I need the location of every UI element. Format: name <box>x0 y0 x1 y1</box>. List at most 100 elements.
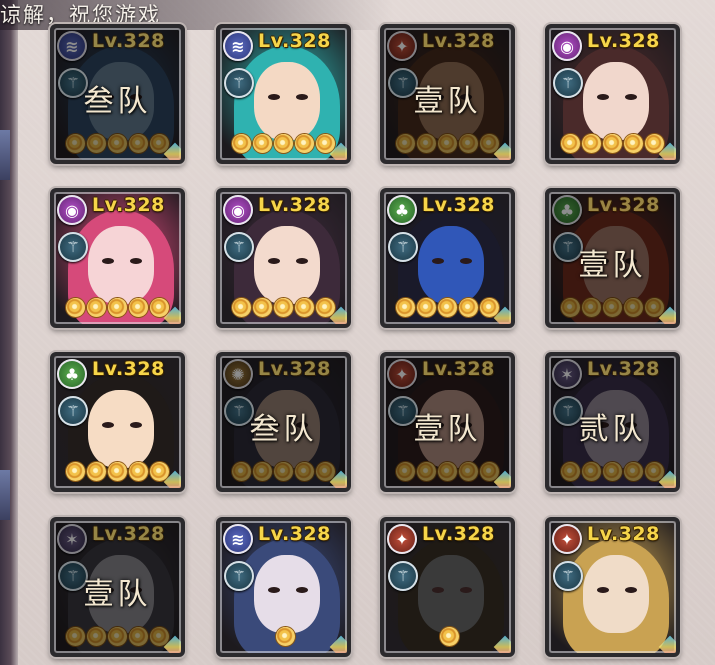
star-rating <box>66 627 169 647</box>
shikigami-card[interactable]: ✺ Lv.328 ⚚ 叁队 <box>216 352 351 492</box>
level-label: Lv.328 <box>422 194 495 216</box>
shikigami-card[interactable]: ✦ Lv.328 ⚚ 壹队 <box>380 352 515 492</box>
star-icon <box>232 298 251 317</box>
shikigami-card[interactable]: ♣ Lv.328 ⚚ <box>380 188 515 328</box>
star-icon <box>459 462 478 481</box>
star-icon <box>438 298 457 317</box>
star-icon <box>274 462 293 481</box>
level-label: Lv.328 <box>422 358 495 380</box>
star-icon <box>582 462 601 481</box>
star-icon <box>438 134 457 153</box>
star-rating <box>396 462 499 482</box>
wood-element-icon: ♣ <box>57 359 87 389</box>
level-label: Lv.328 <box>587 358 660 380</box>
skill-icon: ⚚ <box>224 68 254 98</box>
shikigami-card[interactable]: ✦ Lv.328 ⚚ 壹队 <box>380 24 515 164</box>
wood-element-icon: ♣ <box>387 195 417 225</box>
level-label: Lv.328 <box>587 194 660 216</box>
star-icon <box>295 298 314 317</box>
spirit-element-icon: ◉ <box>223 195 253 225</box>
shikigami-card[interactable]: ◉ Lv.328 ⚚ <box>545 24 680 164</box>
wood-element-icon: ♣ <box>552 195 582 225</box>
star-icon <box>396 134 415 153</box>
level-label: Lv.328 <box>587 30 660 52</box>
skill-icon: ⚚ <box>58 396 88 426</box>
star-rating <box>561 134 664 154</box>
star-icon <box>582 134 601 153</box>
water-element-icon: ≋ <box>57 31 87 61</box>
side-tab[interactable] <box>0 470 10 520</box>
star-icon <box>87 298 106 317</box>
shikigami-card[interactable]: ♣ Lv.328 ⚚ 壹队 <box>545 188 680 328</box>
star-icon <box>108 134 127 153</box>
skill-icon: ⚚ <box>388 561 418 591</box>
star-icon <box>232 134 251 153</box>
team-label: 贰队 <box>578 412 647 447</box>
star-icon <box>396 298 415 317</box>
fire-element-icon: ✦ <box>552 524 582 554</box>
spirit-element-icon: ◉ <box>552 31 582 61</box>
star-icon <box>561 298 580 317</box>
star-rating <box>561 462 664 482</box>
star-icon <box>295 462 314 481</box>
star-icon <box>253 134 272 153</box>
shikigami-card[interactable]: ≋ Lv.328 ⚚ <box>216 24 351 164</box>
star-rating <box>396 298 499 318</box>
star-icon <box>459 298 478 317</box>
star-icon <box>624 134 643 153</box>
star-icon <box>129 627 148 646</box>
level-label: Lv.328 <box>92 194 165 216</box>
team-label: 壹队 <box>413 412 482 447</box>
dark-element-icon: ✶ <box>57 524 87 554</box>
spirit-element-icon: ◉ <box>57 195 87 225</box>
star-icon <box>417 134 436 153</box>
star-rating <box>232 298 335 318</box>
left-edge-strip <box>0 0 18 665</box>
shikigami-card[interactable]: ✶ Lv.328 ⚚ 壹队 <box>50 517 185 657</box>
star-icon <box>561 462 580 481</box>
star-icon <box>66 298 85 317</box>
star-icon <box>87 462 106 481</box>
star-rating <box>66 134 169 154</box>
star-icon <box>438 462 457 481</box>
star-icon <box>108 298 127 317</box>
skill-icon: ⚚ <box>553 561 583 591</box>
star-icon <box>129 462 148 481</box>
level-label: Lv.328 <box>92 30 165 52</box>
skill-icon: ⚚ <box>224 232 254 262</box>
team-label: 壹队 <box>83 577 152 612</box>
star-rating <box>440 627 459 647</box>
fire-element-icon: ✦ <box>387 359 417 389</box>
star-icon <box>66 462 85 481</box>
star-icon <box>624 298 643 317</box>
star-icon <box>295 134 314 153</box>
skill-icon: ⚚ <box>58 232 88 262</box>
shikigami-card[interactable]: ✦ Lv.328 ⚚ <box>545 517 680 657</box>
star-icon <box>232 462 251 481</box>
fire-element-icon: ✦ <box>387 524 417 554</box>
star-icon <box>417 298 436 317</box>
side-tab[interactable] <box>0 130 10 180</box>
shikigami-card[interactable]: ◉ Lv.328 ⚚ <box>50 188 185 328</box>
shikigami-card[interactable]: ♣ Lv.328 ⚚ <box>50 352 185 492</box>
shikigami-card[interactable]: ≋ Lv.328 ⚚ <box>216 517 351 657</box>
level-label: Lv.328 <box>587 523 660 545</box>
shikigami-card[interactable]: ✶ Lv.328 ⚚ 贰队 <box>545 352 680 492</box>
star-icon <box>582 298 601 317</box>
star-icon <box>417 462 436 481</box>
star-rating <box>276 627 295 647</box>
shikigami-card[interactable]: ✦ Lv.328 ⚚ <box>380 517 515 657</box>
star-icon <box>129 298 148 317</box>
shikigami-card[interactable]: ◉ Lv.328 ⚚ <box>216 188 351 328</box>
star-icon <box>274 134 293 153</box>
star-icon <box>440 627 459 646</box>
shikigami-card[interactable]: ≋ Lv.328 ⚚ 叁队 <box>50 24 185 164</box>
star-icon <box>129 134 148 153</box>
team-label: 壹队 <box>578 248 647 283</box>
skill-icon: ⚚ <box>553 68 583 98</box>
level-label: Lv.328 <box>92 358 165 380</box>
skill-icon: ⚚ <box>388 232 418 262</box>
star-icon <box>603 462 622 481</box>
star-icon <box>253 462 272 481</box>
gold-element-icon: ✺ <box>223 359 253 389</box>
